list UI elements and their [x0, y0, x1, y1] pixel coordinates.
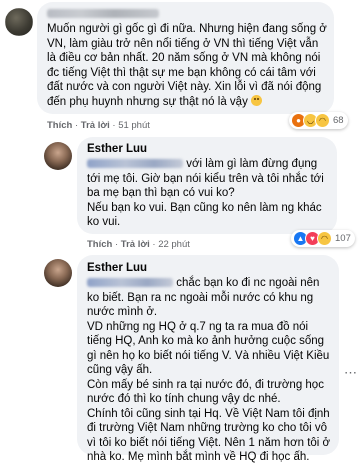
reaction-count: 107: [335, 233, 351, 244]
comment-text: Muốn người gì gốc gì đi nữa. Nhưng hiện …: [47, 22, 329, 109]
reply-text-paragraph: Nếu bạn ko vui. Bạn cũng ko nên làm ng k…: [87, 201, 322, 229]
reaction-count: 68: [333, 115, 344, 126]
reply-link[interactable]: Trả lời: [121, 239, 150, 250]
smile-emoji-icon: [251, 94, 263, 106]
haha-react-icon: ◠: [315, 113, 330, 128]
reply-actions: Thích · Trả lời · 22 phút: [87, 239, 190, 250]
reply-link[interactable]: Trả lời: [81, 120, 110, 131]
comment-actions: Thích · Trả lời · 51 phút: [47, 120, 150, 131]
mention-redacted[interactable]: [87, 278, 173, 288]
reply-author-name[interactable]: Esther Luu: [87, 262, 147, 274]
like-link[interactable]: Thích: [47, 120, 72, 131]
reply-text-paragraph: VD những ng HQ ở q.7 ng ta ra mua đồ nói…: [87, 320, 330, 377]
comment-thread: Muốn người gì gốc gì đi nữa. Nhưng hiện …: [0, 0, 360, 463]
reply-text-paragraph: Còn mấy bé sinh ra tại nước đó, đi trườn…: [87, 378, 324, 406]
reply-text: với làm gì làm đừng đụng tới mẹ tôi. Giờ…: [87, 157, 329, 230]
comment-time[interactable]: 51 phút: [118, 120, 150, 131]
reply-text: chắc bạn ko đi nc ngoài nên ko biết. Bạn…: [87, 277, 331, 464]
reaction-summary[interactable]: ● ◡ ◠ 68: [289, 112, 348, 129]
commenter-name-redacted[interactable]: [47, 9, 159, 18]
haha-react-icon: ◠: [317, 231, 332, 246]
esther-luu-avatar[interactable]: [44, 259, 72, 287]
commenter-avatar[interactable]: [5, 8, 33, 36]
comment-text-body: Muốn người gì gốc gì đi nữa. Nhưng hiện …: [47, 23, 327, 108]
mention-redacted[interactable]: [87, 159, 183, 169]
reply-time[interactable]: 22 phút: [158, 239, 190, 250]
reaction-summary[interactable]: ▲ ♥ ◠ 107: [291, 230, 355, 247]
reply-text-paragraph: Chính tôi cũng sinh tại Hq. Về Việt Nam …: [87, 407, 331, 464]
esther-luu-avatar[interactable]: [44, 142, 72, 170]
like-link[interactable]: Thích: [87, 239, 112, 250]
more-options-icon[interactable]: ⋯: [344, 365, 357, 381]
reply-author-name[interactable]: Esther Luu: [87, 143, 147, 155]
